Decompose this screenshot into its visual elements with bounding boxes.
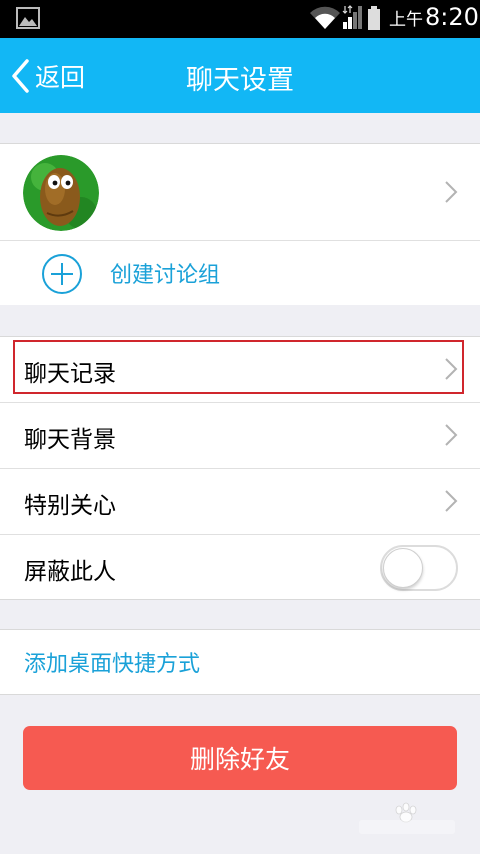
wifi-icon bbox=[310, 6, 340, 30]
add-circle-icon bbox=[42, 254, 82, 294]
block-person-row: 屏蔽此人 bbox=[0, 535, 480, 599]
clock-time: 8:20 bbox=[425, 3, 479, 31]
create-group-row[interactable]: 创建讨论组 bbox=[0, 241, 480, 305]
page-title: 聊天设置 bbox=[186, 65, 294, 96]
battery-icon bbox=[368, 6, 380, 30]
special-care-row[interactable]: 特别关心 bbox=[0, 469, 480, 534]
chevron-right-icon bbox=[445, 358, 458, 380]
block-person-label: 屏蔽此人 bbox=[24, 559, 116, 585]
shortcut-group: 添加桌面快捷方式 bbox=[0, 629, 480, 695]
chat-history-label: 聊天记录 bbox=[24, 361, 116, 387]
clock-ampm: 上午 bbox=[389, 10, 423, 30]
create-group-label: 创建讨论组 bbox=[110, 263, 221, 288]
toggle-knob bbox=[383, 548, 423, 588]
nav-bar: 返回 聊天设置 bbox=[0, 38, 480, 113]
status-clock: 上午 8:20 bbox=[389, 3, 479, 35]
avatar-image bbox=[23, 155, 99, 231]
status-bar: 上午 8:20 bbox=[0, 0, 480, 38]
chevron-right-icon bbox=[445, 181, 458, 203]
add-shortcut-row[interactable]: 添加桌面快捷方式 bbox=[0, 630, 480, 694]
profile-group: 创建讨论组 bbox=[0, 143, 480, 305]
add-shortcut-label: 添加桌面快捷方式 bbox=[24, 652, 201, 677]
chat-background-row[interactable]: 聊天背景 bbox=[0, 403, 480, 468]
avatar bbox=[23, 155, 99, 231]
chevron-right-icon bbox=[445, 490, 458, 512]
gallery-icon bbox=[16, 7, 40, 29]
special-care-label: 特别关心 bbox=[24, 493, 116, 519]
block-person-toggle[interactable] bbox=[380, 545, 458, 591]
signal-icon bbox=[342, 5, 362, 29]
chevron-right-icon bbox=[445, 424, 458, 446]
chat-history-row[interactable]: 聊天记录 bbox=[0, 337, 480, 402]
chat-background-label: 聊天背景 bbox=[24, 427, 116, 453]
profile-row[interactable] bbox=[0, 144, 480, 240]
baidu-watermark bbox=[359, 802, 455, 834]
settings-group: 聊天记录 聊天背景 特别关心 屏蔽此人 bbox=[0, 336, 480, 600]
delete-friend-button[interactable]: 删除好友 bbox=[23, 726, 457, 790]
